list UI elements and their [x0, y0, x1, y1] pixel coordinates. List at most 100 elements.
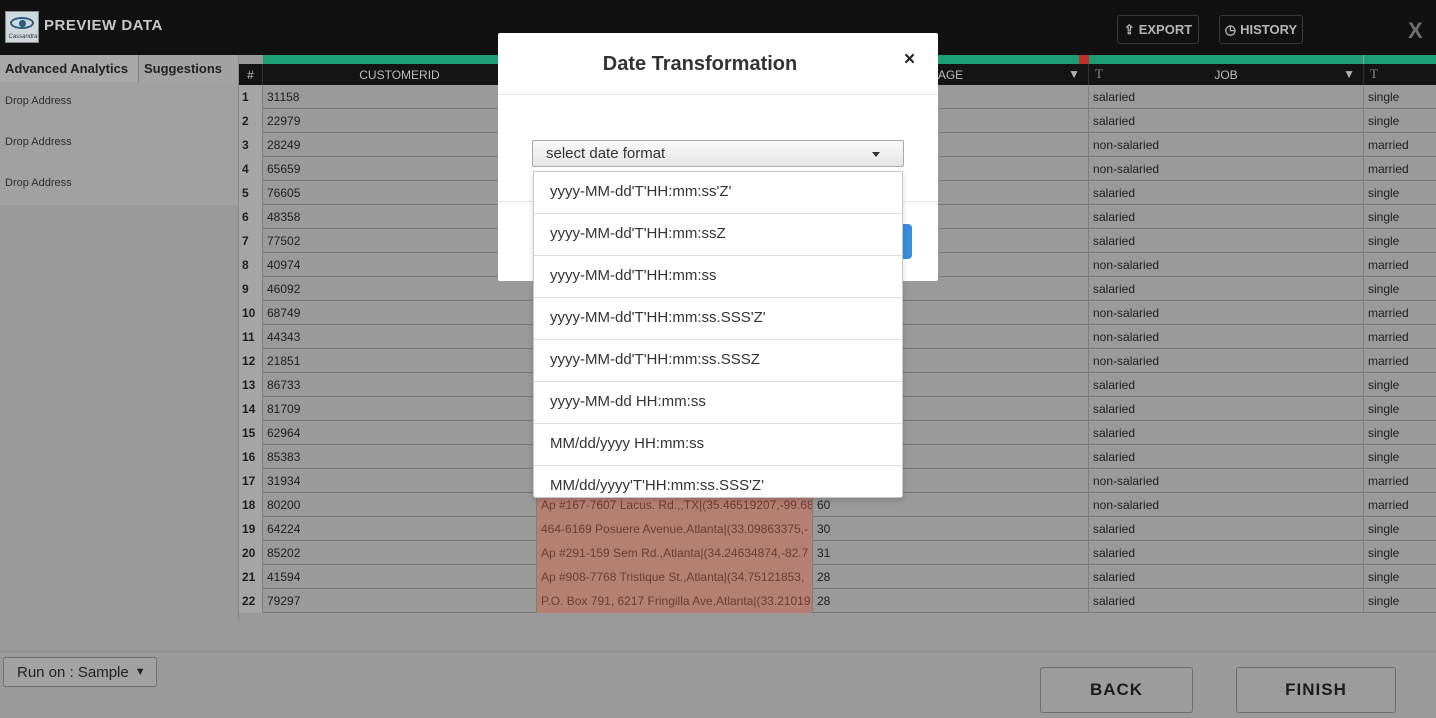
cell-marital: married: [1368, 330, 1409, 344]
cell-address: 464-6169 Posuere Avenue,Atlanta|(33.0986…: [537, 517, 813, 541]
cell-marital: married: [1368, 306, 1409, 320]
tab-suggestions[interactable]: Suggestions: [139, 55, 238, 82]
cell-customerid: 77502: [263, 229, 537, 253]
row-number: 5: [239, 181, 263, 205]
close-icon[interactable]: ×: [904, 49, 915, 71]
table-row: 19 64224 464-6169 Posuere Avenue,Atlanta|(…: [239, 517, 1436, 541]
row-number: 16: [239, 445, 263, 469]
cell-customerid: 21851: [263, 349, 537, 373]
chevron-down-icon[interactable]: ▼: [1343, 67, 1355, 81]
cell-customerid: 64224: [263, 517, 537, 541]
date-format-option[interactable]: yyyy-MM-dd'T'HH:mm:ss.SSSZ: [534, 340, 902, 382]
cell-job: non-salaried: [1089, 253, 1364, 277]
row-number: 10: [239, 301, 263, 325]
header-job[interactable]: T JOB ▼: [1089, 64, 1364, 85]
cell-marital: married: [1368, 138, 1409, 152]
cell-marital: single: [1368, 522, 1400, 536]
date-format-select[interactable]: select date format: [532, 140, 904, 167]
cell-age: 28: [813, 589, 1089, 613]
cell-job: salaried: [1089, 277, 1364, 301]
cell-address: P.O. Box 791, 6217 Fringilla Ave,Atlanta…: [537, 589, 813, 613]
row-number: 12: [239, 349, 263, 373]
close-icon[interactable]: X: [1408, 18, 1423, 44]
cell-marital: married: [1368, 474, 1409, 488]
cell-job: non-salaried: [1089, 133, 1364, 157]
row-number: 4: [239, 157, 263, 181]
history-button[interactable]: ◷ HISTORY: [1219, 15, 1303, 44]
cell-marital: married: [1368, 354, 1409, 368]
row-number: 21: [239, 565, 263, 589]
chevron-down-icon[interactable]: ▼: [1068, 67, 1080, 81]
row-number: 8: [239, 253, 263, 277]
export-button[interactable]: ⇪ EXPORT: [1117, 15, 1199, 44]
back-button[interactable]: BACK: [1040, 667, 1193, 713]
cell-customerid: 81709: [263, 397, 537, 421]
text-type-icon: T: [1370, 66, 1378, 81]
table-row: 20 85202 Ap #291-159 Sem Rd.,Atlanta|(34.2…: [239, 541, 1436, 565]
cell-job: non-salaried: [1089, 157, 1364, 181]
cell-marital: single: [1368, 546, 1400, 560]
suggestion-item[interactable]: Drop Address: [0, 164, 238, 205]
cell-job: salaried: [1089, 541, 1364, 565]
caret-down-icon: [872, 152, 880, 157]
suggestion-item[interactable]: Drop Address: [0, 123, 238, 164]
cell-marital: single: [1368, 594, 1400, 608]
row-number: 11: [239, 325, 263, 349]
header-customerid[interactable]: CUSTOMERID: [263, 64, 537, 85]
run-on-select[interactable]: Run on : Sample ▼: [3, 657, 157, 687]
date-format-option[interactable]: MM/dd/yyyy'T'HH:mm:ss.SSS'Z': [534, 466, 902, 497]
cell-job: salaried: [1089, 109, 1364, 133]
cell-customerid: 65659: [263, 157, 537, 181]
row-number: 13: [239, 373, 263, 397]
date-format-option[interactable]: yyyy-MM-dd'T'HH:mm:ss'Z': [534, 172, 902, 214]
date-format-placeholder: select date format: [546, 145, 666, 162]
cell-job: non-salaried: [1089, 325, 1364, 349]
cell-job: salaried: [1089, 445, 1364, 469]
date-format-option[interactable]: yyyy-MM-dd'T'HH:mm:ssZ: [534, 214, 902, 256]
suggestion-item[interactable]: Drop Address: [0, 82, 238, 123]
row-number: 19: [239, 517, 263, 541]
cell-marital: single: [1368, 426, 1400, 440]
history-label: HISTORY: [1240, 22, 1298, 37]
cell-marital: married: [1368, 498, 1409, 512]
tab-advanced-analytics[interactable]: Advanced Analytics: [0, 55, 139, 82]
date-format-option[interactable]: MM/dd/yyyy HH:mm:ss: [534, 424, 902, 466]
date-format-option[interactable]: yyyy-MM-dd'T'HH:mm:ss.SSS'Z': [534, 298, 902, 340]
logo-text: Cassandra: [8, 34, 38, 40]
row-number: 3: [239, 133, 263, 157]
cell-age: 28: [813, 565, 1089, 589]
export-icon: ⇪: [1123, 21, 1135, 37]
header-marital[interactable]: T: [1364, 64, 1436, 85]
row-number: 2: [239, 109, 263, 133]
row-number: 15: [239, 421, 263, 445]
cell-marital: single: [1368, 378, 1400, 392]
cell-job: salaried: [1089, 205, 1364, 229]
cell-customerid: 80200: [263, 493, 537, 517]
cell-marital: single: [1368, 402, 1400, 416]
row-number: 22: [239, 589, 263, 613]
table-row: 21 41594 Ap #908-7768 Tristique St.,Atlant…: [239, 565, 1436, 589]
date-format-option[interactable]: yyyy-MM-dd'T'HH:mm:ss: [534, 256, 902, 298]
cell-customerid: 40974: [263, 253, 537, 277]
quality-bar-customerid: [263, 55, 537, 64]
cell-job: salaried: [1089, 517, 1364, 541]
cell-age: 31: [813, 541, 1089, 565]
cell-job: salaried: [1089, 229, 1364, 253]
date-format-option[interactable]: yyyy-MM-dd HH:mm:ss: [534, 382, 902, 424]
cell-customerid: 48358: [263, 205, 537, 229]
cell-customerid: 44343: [263, 325, 537, 349]
row-number: 20: [239, 541, 263, 565]
row-number: 14: [239, 397, 263, 421]
row-number: 18: [239, 493, 263, 517]
cell-marital: married: [1368, 258, 1409, 272]
cell-marital: single: [1368, 114, 1400, 128]
cell-address: Ap #908-7768 Tristique St.,Atlanta|(34.7…: [537, 565, 813, 589]
cassandra-logo: Cassandra: [5, 11, 39, 43]
row-number: 17: [239, 469, 263, 493]
cell-customerid: 31158: [263, 85, 537, 109]
finish-button[interactable]: FINISH: [1236, 667, 1396, 713]
cell-job: salaried: [1089, 85, 1364, 109]
clock-icon: ◷: [1224, 21, 1237, 37]
quality-bar-age-bad: [1079, 55, 1089, 64]
cell-customerid: 31934: [263, 469, 537, 493]
